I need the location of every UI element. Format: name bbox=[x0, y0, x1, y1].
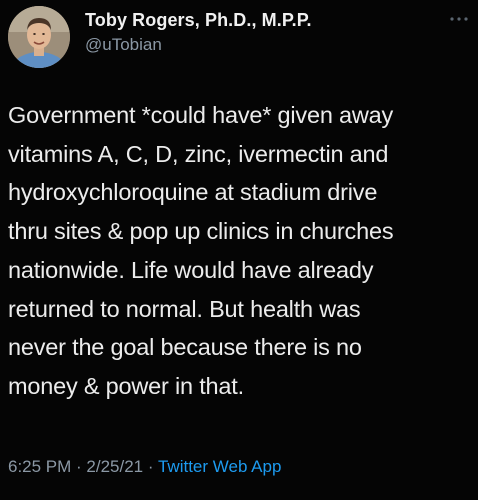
profile-photo-icon bbox=[8, 6, 70, 68]
tweet-text-line: never the goal because there is no bbox=[8, 334, 362, 361]
author-name[interactable]: Toby Rogers, Ph.D., M.P.P. bbox=[85, 10, 312, 31]
tweet-text-line: money & power in that. bbox=[8, 372, 244, 399]
tweet-source-link[interactable]: Twitter Web App bbox=[158, 457, 281, 476]
tweet-text-line: returned to normal. But health was bbox=[8, 295, 361, 322]
meta-separator: · bbox=[71, 457, 87, 476]
tweet-time[interactable]: 6:25 PM bbox=[8, 457, 71, 476]
tweet-header: Toby Rogers, Ph.D., M.P.P. @uTobian bbox=[8, 6, 470, 68]
author-handle[interactable]: @uTobian bbox=[85, 35, 162, 55]
tweet-text-line: nationwide. Life would have already bbox=[8, 256, 374, 283]
tweet-card: Toby Rogers, Ph.D., M.P.P. @uTobian Gove… bbox=[0, 0, 478, 500]
tweet-text-line: vitamins A, C, D, zinc, ivermectin and bbox=[8, 140, 389, 167]
meta-separator: · bbox=[143, 457, 158, 476]
tweet-text-line: hydroxychloroquine at stadium drive bbox=[8, 179, 378, 206]
tweet-text-line: Government *could have* given away bbox=[8, 102, 394, 128]
avatar[interactable] bbox=[8, 6, 70, 68]
tweet-date[interactable]: 2/25/21 bbox=[86, 457, 143, 476]
more-dots-icon[interactable] bbox=[448, 12, 470, 26]
tweet-meta: 6:25 PM · 2/25/21 · Twitter Web App bbox=[8, 457, 281, 477]
tweet-text: Government *could have* given away vitam… bbox=[8, 96, 473, 406]
tweet-text-line: thru sites & pop up clinics in churches bbox=[8, 218, 394, 245]
